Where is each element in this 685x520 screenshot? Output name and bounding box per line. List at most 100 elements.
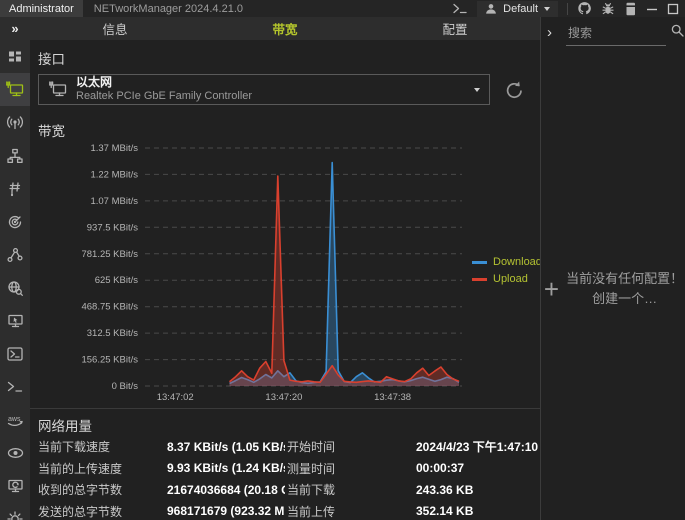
sidebar-item-network-interface[interactable] (0, 73, 30, 106)
titlebar-actions: Default (453, 1, 685, 17)
bug-report-icon[interactable] (601, 1, 615, 17)
gear-icon (7, 511, 23, 520)
sidebar-expander-button[interactable]: » (0, 17, 30, 40)
download-line-swatch (472, 261, 487, 264)
app-window: Administrator NETworkManager 2024.4.21.0… (0, 0, 685, 520)
stat-value: 352.14 KB (416, 504, 473, 518)
add-profile-button[interactable]: + (544, 276, 559, 302)
tab-info[interactable]: 信息 (30, 17, 200, 40)
stat-row: 收到的总字节数 21674036684 (20.18 GB) 当前下载 243.… (30, 479, 540, 501)
sidebar-item-discovery-protocol[interactable] (0, 436, 30, 469)
eye-icon (7, 447, 24, 459)
dns-lookup-icon (7, 280, 23, 296)
refresh-icon (504, 80, 525, 101)
sidebar-item-traceroute[interactable] (0, 238, 30, 271)
svg-text:312.5 KBit/s: 312.5 KBit/s (87, 328, 138, 339)
monitor-sync-icon (7, 478, 24, 494)
stat-row: 当前的上传速度 9.93 KBit/s (1.24 KB/s) 测量时间 00:… (30, 458, 540, 480)
sidebar-item-powershell[interactable] (0, 337, 30, 370)
stat-value: 21674036684 (20.18 GB) (167, 483, 285, 497)
upload-line-swatch (472, 278, 487, 281)
network-topology-icon (7, 148, 23, 164)
stat-label: 开始时间 (287, 438, 416, 455)
sidebar-item-settings[interactable] (0, 502, 30, 520)
sidebar-item-remote-desktop[interactable] (0, 304, 30, 337)
stat-label: 测量时间 (287, 460, 416, 477)
sidebar-item-ip-scanner[interactable] (0, 139, 30, 172)
stat-label: 发送的总字节数 (38, 503, 167, 520)
svg-text:13:47:38: 13:47:38 (374, 392, 411, 403)
svg-text:937.5 KBit/s: 937.5 KBit/s (87, 222, 138, 233)
port-scanner-icon (7, 181, 23, 197)
minimize-button[interactable] (646, 1, 658, 17)
refresh-button[interactable] (502, 78, 526, 102)
profiles-empty-state: + 当前没有任何配置！ 创建一个… (541, 269, 685, 308)
powershell-icon (7, 347, 23, 361)
tab-bandwidth[interactable]: 带宽 (200, 17, 370, 40)
sidebar: aws (0, 40, 30, 520)
usage-section-title: 网络用量 (38, 415, 92, 435)
bandwidth-section-title: 带宽 (38, 120, 65, 140)
bandwidth-chart: 0 Bit/s156.25 KBit/s312.5 KBit/s468.75 K… (30, 138, 510, 404)
sidebar-item-wifi[interactable] (0, 106, 30, 139)
app-title: NETworkManager 2024.4.21.0 (94, 3, 243, 15)
chart-legend: Download Upload (472, 256, 542, 285)
search-input[interactable] (566, 21, 666, 46)
sidebar-item-dns-lookup[interactable] (0, 271, 30, 304)
tabs: 信息 带宽 配置 (30, 17, 540, 40)
adapter-texts: 以太网 Realtek PCIe GbE Family Controller (76, 75, 252, 104)
stat-value: 8.37 KBit/s (1.05 KB/s) (167, 440, 285, 454)
svg-text:1.22 MBit/s: 1.22 MBit/s (90, 169, 138, 180)
svg-text:0 Bit/s: 0 Bit/s (112, 381, 139, 392)
sidebar-item-web-console[interactable] (0, 469, 30, 502)
stat-label: 当前的上传速度 (38, 460, 167, 477)
chevron-down-icon (474, 88, 480, 92)
section-divider (30, 408, 540, 409)
empty-message-line1: 当前没有任何配置！ (566, 271, 683, 286)
svg-text:13:47:20: 13:47:20 (265, 392, 302, 403)
ping-radar-icon (7, 214, 23, 230)
profile-selector[interactable]: Default (477, 1, 558, 17)
stat-row: 当前下载速度 8.37 KBit/s (1.05 KB/s) 开始时间 2024… (30, 436, 540, 458)
stat-value: 2024/4/23 下午1:47:10 (416, 438, 538, 455)
maximize-button[interactable] (667, 1, 679, 17)
release-notes-icon[interactable] (624, 1, 637, 17)
svg-text:781.25 KBit/s: 781.25 KBit/s (81, 249, 138, 260)
legend-download-label: Download (493, 256, 542, 268)
tab-profiles[interactable]: 配置 (370, 17, 540, 40)
main-content: 接口 以太网 Realtek PCIe GbE Family Controlle… (30, 40, 540, 520)
user-icon (485, 3, 497, 15)
stat-value: 968171679 (923.32 MB) (167, 504, 285, 518)
titlebar: Administrator NETworkManager 2024.4.21.0… (0, 0, 685, 17)
titlebar-divider (567, 3, 568, 15)
svg-text:1.07 MBit/s: 1.07 MBit/s (90, 196, 138, 207)
github-icon[interactable] (577, 1, 592, 17)
adapter-description: Realtek PCIe GbE Family Controller (76, 90, 252, 104)
stat-label: 当前下载 (287, 481, 416, 498)
traceroute-nodes-icon (7, 247, 23, 263)
wifi-icon (7, 115, 23, 130)
empty-message-line2: 创建一个… (592, 291, 657, 306)
panel-collapse-button[interactable]: › (547, 25, 552, 40)
svg-text:aws: aws (8, 416, 21, 423)
sidebar-item-putty[interactable] (0, 370, 30, 403)
terminal-icon[interactable] (453, 1, 468, 17)
stat-value: 00:00:37 (416, 461, 464, 475)
profiles-empty-message: 当前没有任何配置！ 创建一个… (566, 269, 683, 308)
stat-row: 发送的总字节数 968171679 (923.32 MB) 当前上传 352.1… (30, 501, 540, 520)
legend-download: Download (472, 256, 542, 268)
sidebar-item-port-scanner[interactable] (0, 172, 30, 205)
sidebar-item-aws-session-manager[interactable]: aws (0, 403, 30, 436)
search-icon (671, 24, 684, 37)
profile-label: Default (503, 3, 538, 15)
svg-text:13:47:02: 13:47:02 (157, 392, 194, 403)
svg-text:468.75 KBit/s: 468.75 KBit/s (81, 302, 138, 313)
adapter-select[interactable]: 以太网 Realtek PCIe GbE Family Controller (38, 74, 490, 105)
sidebar-item-ping-monitor[interactable] (0, 205, 30, 238)
sidebar-item-dashboard[interactable] (0, 40, 30, 73)
network-interface-icon (49, 81, 67, 98)
svg-text:625 KBit/s: 625 KBit/s (95, 275, 139, 286)
admin-badge: Administrator (0, 0, 83, 17)
legend-upload: Upload (472, 273, 542, 285)
stat-label: 当前下载速度 (38, 438, 167, 455)
